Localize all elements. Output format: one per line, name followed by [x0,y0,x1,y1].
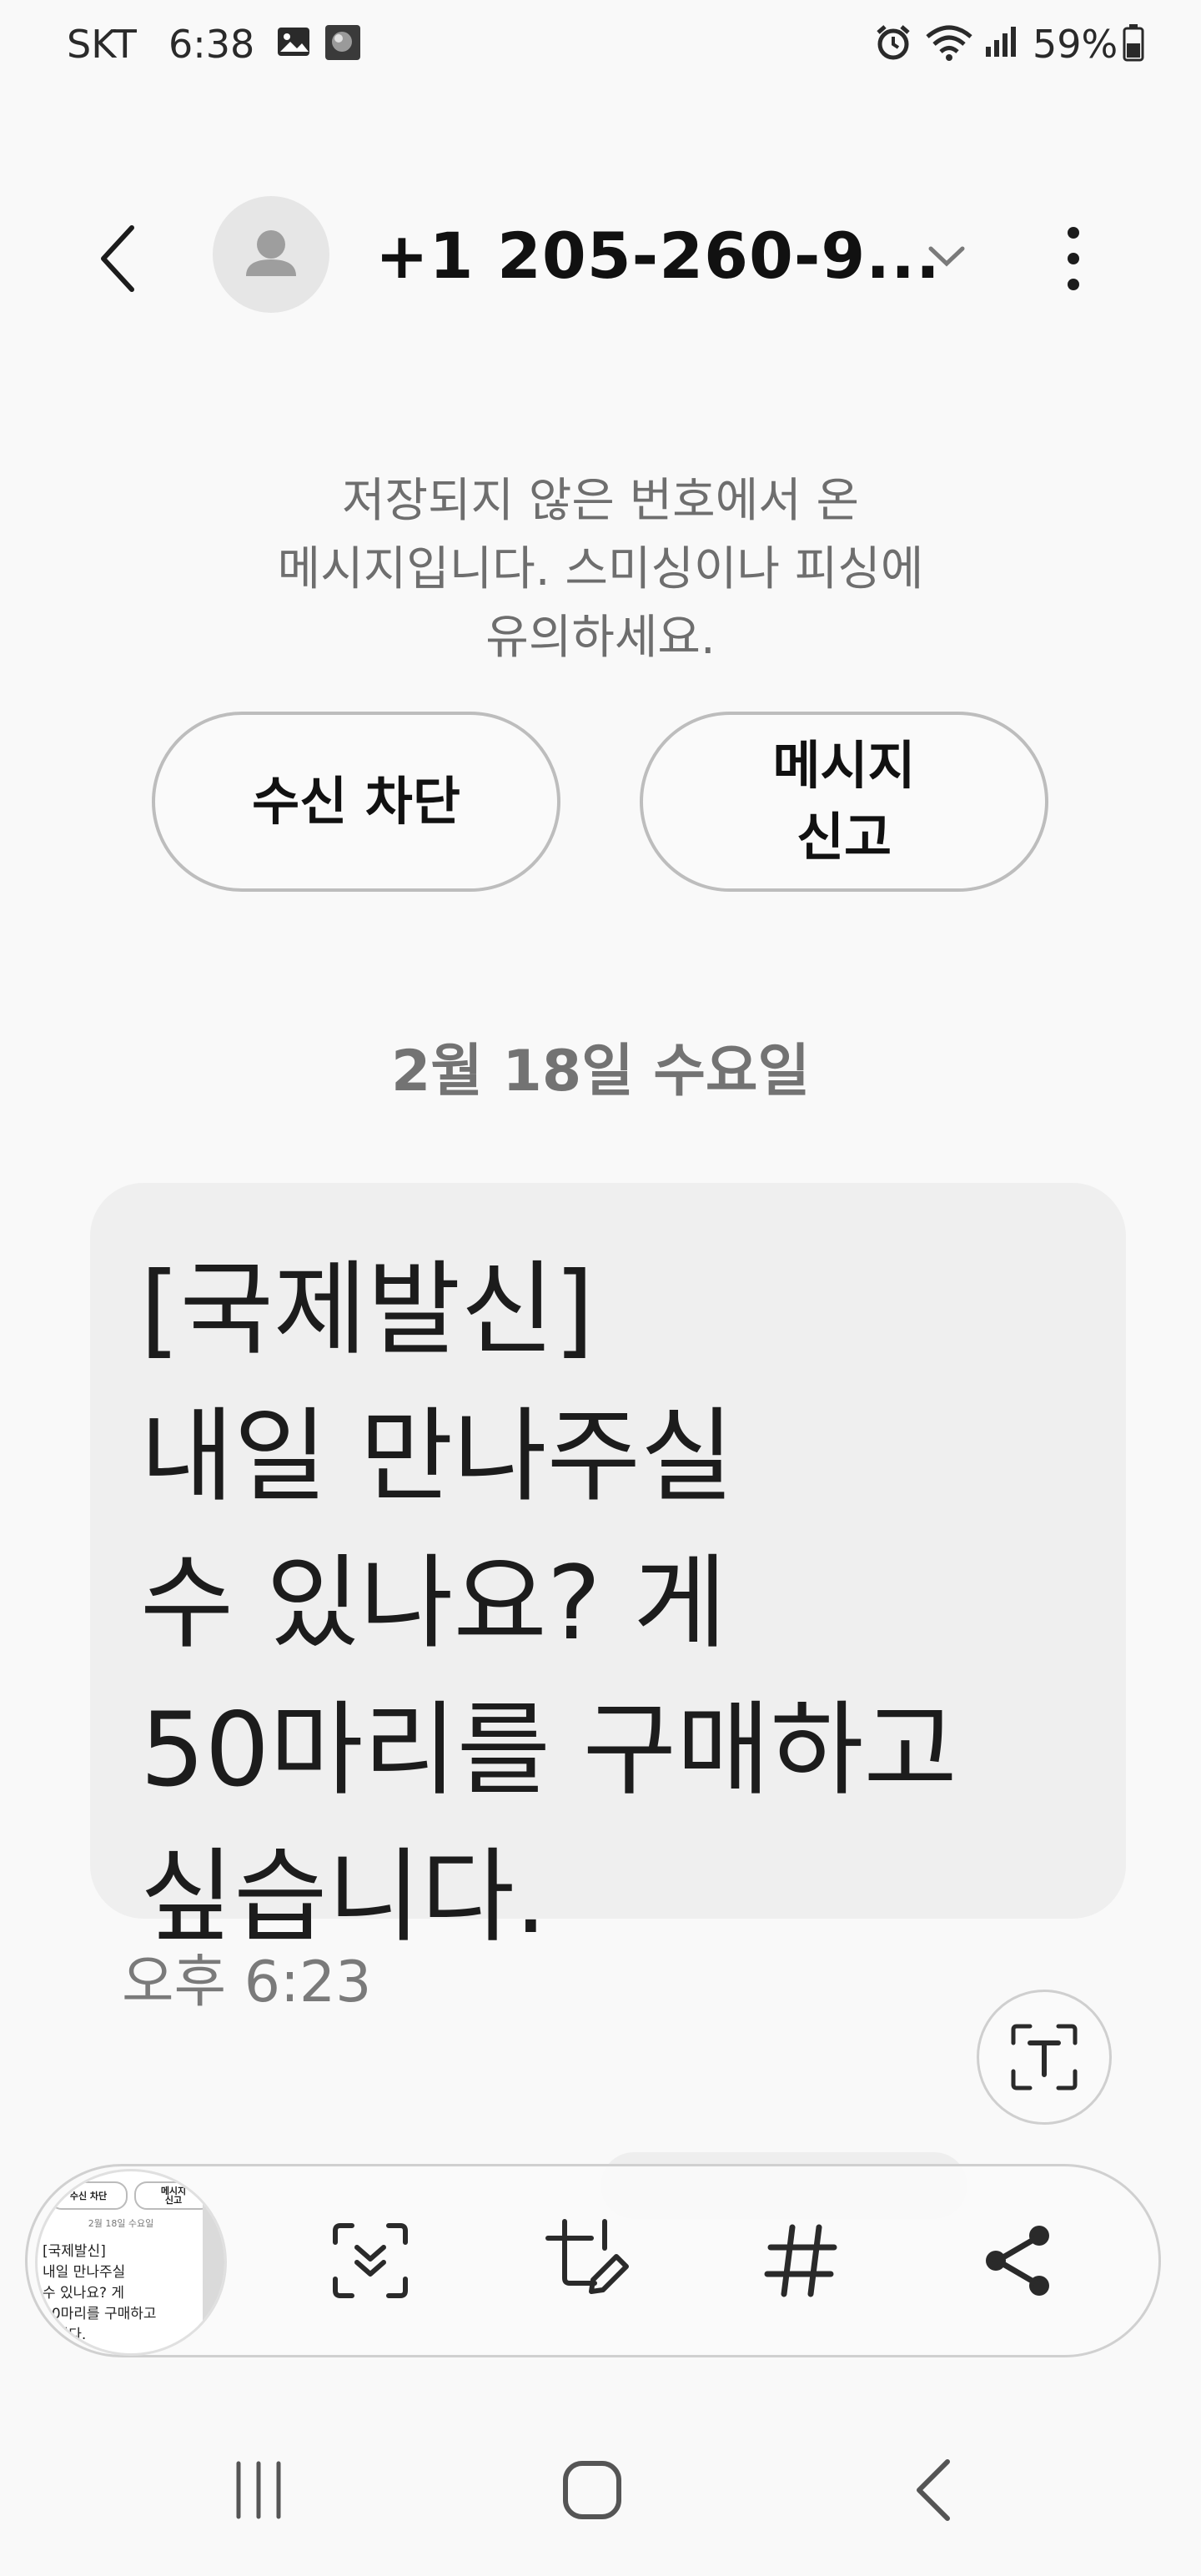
block-number-button[interactable]: 수신 차단 [152,712,560,892]
conversation-header: +1 205-260-9... [0,184,1201,325]
message-line: [국제발신] [140,1250,595,1369]
messages-conversation-screen: SKT 6:38 59% +1 205-260-9... 저장되지 않은 번호에… [0,0,1201,2576]
alarm-icon [874,23,912,65]
avatar[interactable] [213,196,329,313]
home-button[interactable] [542,2444,642,2536]
back-icon [101,225,134,292]
gallery-icon [275,23,312,63]
warning-line: 저장되지 않은 번호에서 온 [341,474,860,528]
contact-name[interactable]: +1 205-260-9... [375,219,941,293]
recent-apps-icon [236,2461,281,2519]
more-vert-icon [1068,227,1079,290]
thumbnail-preview: 수신 차단 메시지 신고 2월 18일 수요일 [국제발신] 내일 만나주실 수… [38,2171,224,2353]
battery-icon [1123,23,1144,65]
thumbnail-line: 싶니다. [43,2327,87,2343]
thumbnail-block-label: 수신 차단 [49,2181,128,2210]
share-icon [986,2226,1049,2296]
date-divider: 2월 18일 수요일 [390,1039,811,1104]
back-nav-button[interactable] [884,2444,984,2536]
thumbnail-report-label: 메시지 신고 [134,2181,213,2210]
message-line: 내일 만나주실 [140,1397,735,1516]
chevron-down-icon [928,246,965,267]
status-time: 6:38 [168,22,255,67]
recent-apps-button[interactable] [209,2444,309,2536]
thumbnail-line: 수 있나요? 게 [43,2285,125,2302]
person-icon [246,230,296,276]
expand-details-button[interactable] [926,235,967,277]
share-button[interactable] [959,2202,1076,2319]
warning-line: 메시지입니다. 스미싱이나 피싱에 [277,542,924,596]
signal-icon [982,23,1019,63]
thumbnail-date: 2월 18일 수요일 [88,2218,154,2229]
edit-crop-button[interactable] [529,2202,646,2319]
status-bar: SKT 6:38 59% [0,0,1201,92]
warning-line: 유의하세요. [485,611,716,665]
text-extract-button[interactable] [977,1990,1112,2125]
report-label-line: 메시지 [772,735,916,796]
report-label-line: 신고 [796,807,892,868]
thumbnail-line: 내일 만나주실 [43,2264,126,2281]
back-button[interactable] [83,217,150,300]
edit-crop-icon [545,2219,629,2294]
screenshot-thumbnail[interactable]: 수신 차단 메시지 신고 2월 18일 수요일 [국제발신] 내일 만나주실 수… [35,2169,227,2356]
message-line: 50마리를 구매하고 [140,1691,957,1809]
hashtag-button[interactable] [742,2202,859,2319]
scroll-capture-button[interactable] [312,2202,429,2319]
back-nav-icon [917,2459,950,2521]
app-thumbnail-icon [324,23,362,65]
battery-percent: 59% [1033,22,1118,67]
carrier-label: SKT [67,22,137,67]
more-options-button[interactable] [1053,221,1094,296]
thumbnail-line: [국제발신] [43,2243,106,2260]
home-icon [563,2461,621,2519]
report-message-button[interactable]: 메시지 신고 [640,712,1048,892]
scroll-capture-icon [333,2223,408,2298]
message-bubble[interactable]: [국제발신] 내일 만나주실 수 있나요? 게 50마리를 구매하고 싶습니다. [90,1183,1126,1956]
hashtag-icon [764,2224,837,2297]
message-timestamp: 오후 6:23 [122,1950,372,2015]
thumbnail-scroll-strip [203,2171,224,2353]
block-number-label: 수신 차단 [252,771,460,832]
text-extract-icon [1011,2024,1078,2090]
thumbnail-message: [국제발신] 내일 만나주실 수 있나요? 게 50마리를 구매하고 싶니다. [43,2241,157,2346]
unsaved-number-warning: 저장되지 않은 번호에서 온 메시지입니다. 스미싱이나 피싱에 유의하세요. [183,467,1018,672]
message-line: 수 있나요? 게 [140,1544,727,1663]
wifi-icon [924,23,974,65]
thumbnail-line: 50마리를 구매하고 [43,2306,157,2322]
